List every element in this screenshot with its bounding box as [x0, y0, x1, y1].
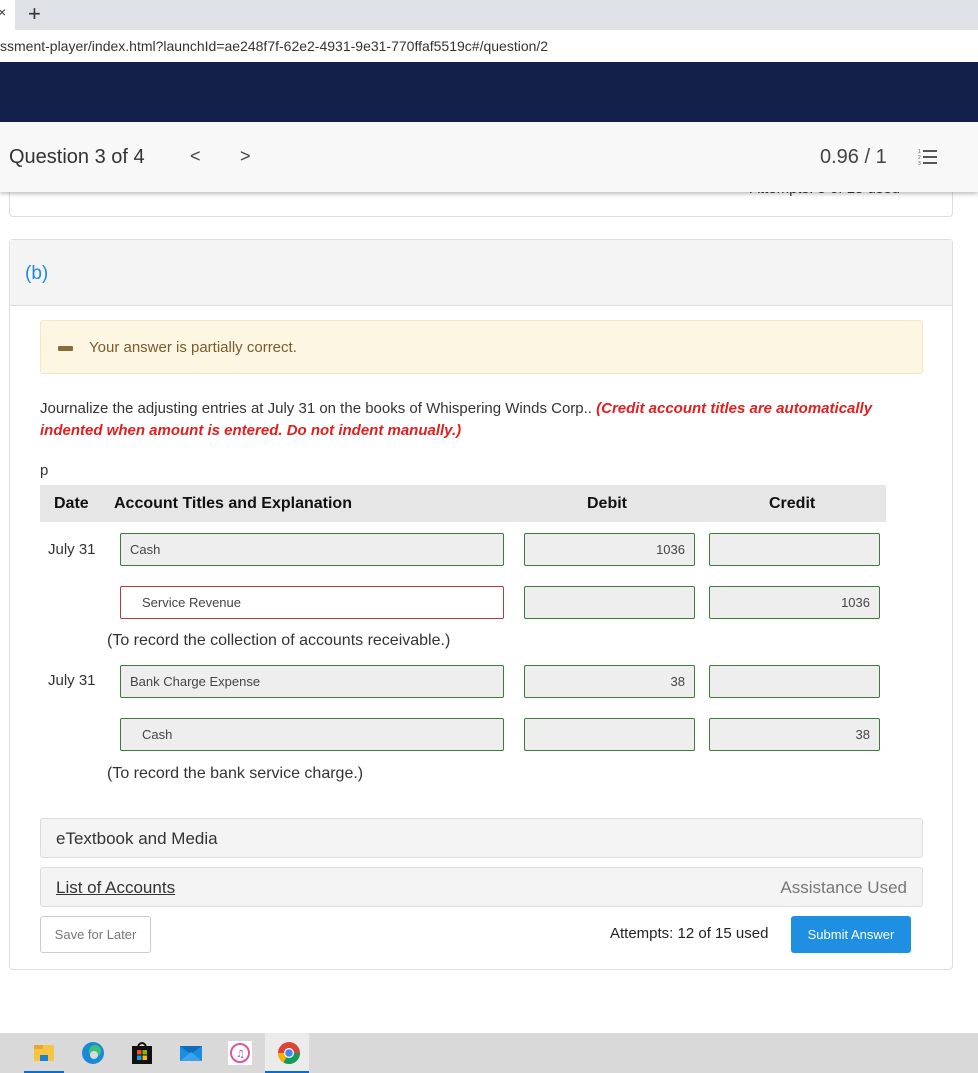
entry-2-line-2-credit[interactable]: 38 — [709, 718, 880, 751]
url-text[interactable]: ssment-player/index.html?launchId=ae248f… — [0, 38, 548, 54]
active-tab[interactable]: × — [0, 0, 15, 30]
journal-table-header: Date Account Titles and Explanation Debi… — [40, 485, 886, 522]
browser-tabstrip: × + — [0, 0, 978, 30]
entry-2-line-2-debit[interactable] — [524, 718, 695, 751]
itunes-icon[interactable]: ♫ — [228, 1041, 252, 1065]
etextbook-label[interactable]: eTextbook and Media — [56, 829, 218, 849]
p-label: p — [40, 462, 49, 479]
app-nav-band — [0, 62, 978, 122]
address-bar[interactable]: ssment-player/index.html?launchId=ae248f… — [0, 30, 978, 62]
entry-1-date: July 31 — [48, 541, 96, 558]
store-icon[interactable] — [130, 1041, 154, 1065]
entry-2-line-1-credit[interactable] — [709, 665, 880, 698]
attempts-text: Attempts: 12 of 15 used — [610, 925, 769, 942]
partial-correct-alert: Your answer is partially correct. — [40, 320, 923, 374]
taskbar: ♫ — [0, 1033, 978, 1073]
new-tab-button[interactable]: + — [28, 1, 41, 27]
alert-message: Your answer is partially correct. — [89, 339, 297, 356]
chrome-icon[interactable] — [277, 1041, 301, 1065]
submit-answer-button[interactable]: Submit Answer — [791, 916, 911, 953]
part-b-card: (b) Your answer is partially correct. Jo… — [9, 239, 953, 970]
part-label: (b) — [25, 263, 49, 284]
partial-dash-icon — [58, 346, 73, 351]
question-title: Question 3 of 4 — [9, 146, 145, 168]
mail-icon[interactable] — [179, 1041, 203, 1065]
previous-question-button[interactable]: < — [190, 146, 201, 167]
entry-2-explanation: (To record the bank service charge.) — [107, 765, 364, 782]
next-question-button[interactable]: > — [240, 146, 251, 167]
etextbook-panel[interactable]: eTextbook and Media — [40, 818, 923, 858]
score: 0.96 / 1 — [820, 146, 887, 168]
save-for-later-button[interactable]: Save for Later — [40, 916, 151, 953]
header-account: Account Titles and Explanation — [114, 495, 352, 512]
entry-1-line-2-debit[interactable] — [524, 586, 695, 619]
entry-1-line-2-account[interactable]: Service Revenue — [120, 586, 504, 619]
entry-1-line-1-debit[interactable]: 1036 — [524, 533, 695, 566]
entry-2-date: July 31 — [48, 672, 96, 689]
edge-icon[interactable] — [81, 1041, 105, 1065]
numbered-list-icon[interactable]: 1 2 3 — [918, 148, 938, 166]
header-credit: Credit — [769, 495, 816, 512]
entry-2-line-1-debit[interactable]: 38 — [524, 665, 695, 698]
entry-2-line-1-account[interactable]: Bank Charge Expense — [120, 665, 504, 698]
header-date: Date — [54, 495, 89, 512]
header-debit: Debit — [587, 495, 627, 512]
question-header: Question 3 of 4 < > 0.96 / 1 1 2 3 — [0, 122, 978, 192]
svg-text:3: 3 — [918, 161, 921, 166]
entry-1-line-1-credit[interactable] — [709, 533, 880, 566]
svg-text:♫: ♫ — [236, 1049, 245, 1060]
instructions-text: Journalize the adjusting entries at July… — [40, 400, 597, 417]
entry-1-explanation: (To record the collection of accounts re… — [107, 632, 451, 649]
part-header: (b) — [10, 240, 952, 306]
entry-2-line-2-account[interactable]: Cash — [120, 718, 504, 751]
list-of-accounts-link[interactable]: List of Accounts — [56, 878, 175, 898]
close-tab-icon[interactable]: × — [0, 4, 6, 20]
entry-1-line-2-credit[interactable]: 1036 — [709, 586, 880, 619]
entry-1-line-1-account[interactable]: Cash — [120, 533, 504, 566]
assistance-used-label: Assistance Used — [780, 878, 907, 897]
instructions: Journalize the adjusting entries at July… — [40, 398, 900, 442]
list-of-accounts-panel: List of Accounts Assistance Used — [40, 867, 923, 907]
file-explorer-icon[interactable] — [32, 1041, 56, 1065]
